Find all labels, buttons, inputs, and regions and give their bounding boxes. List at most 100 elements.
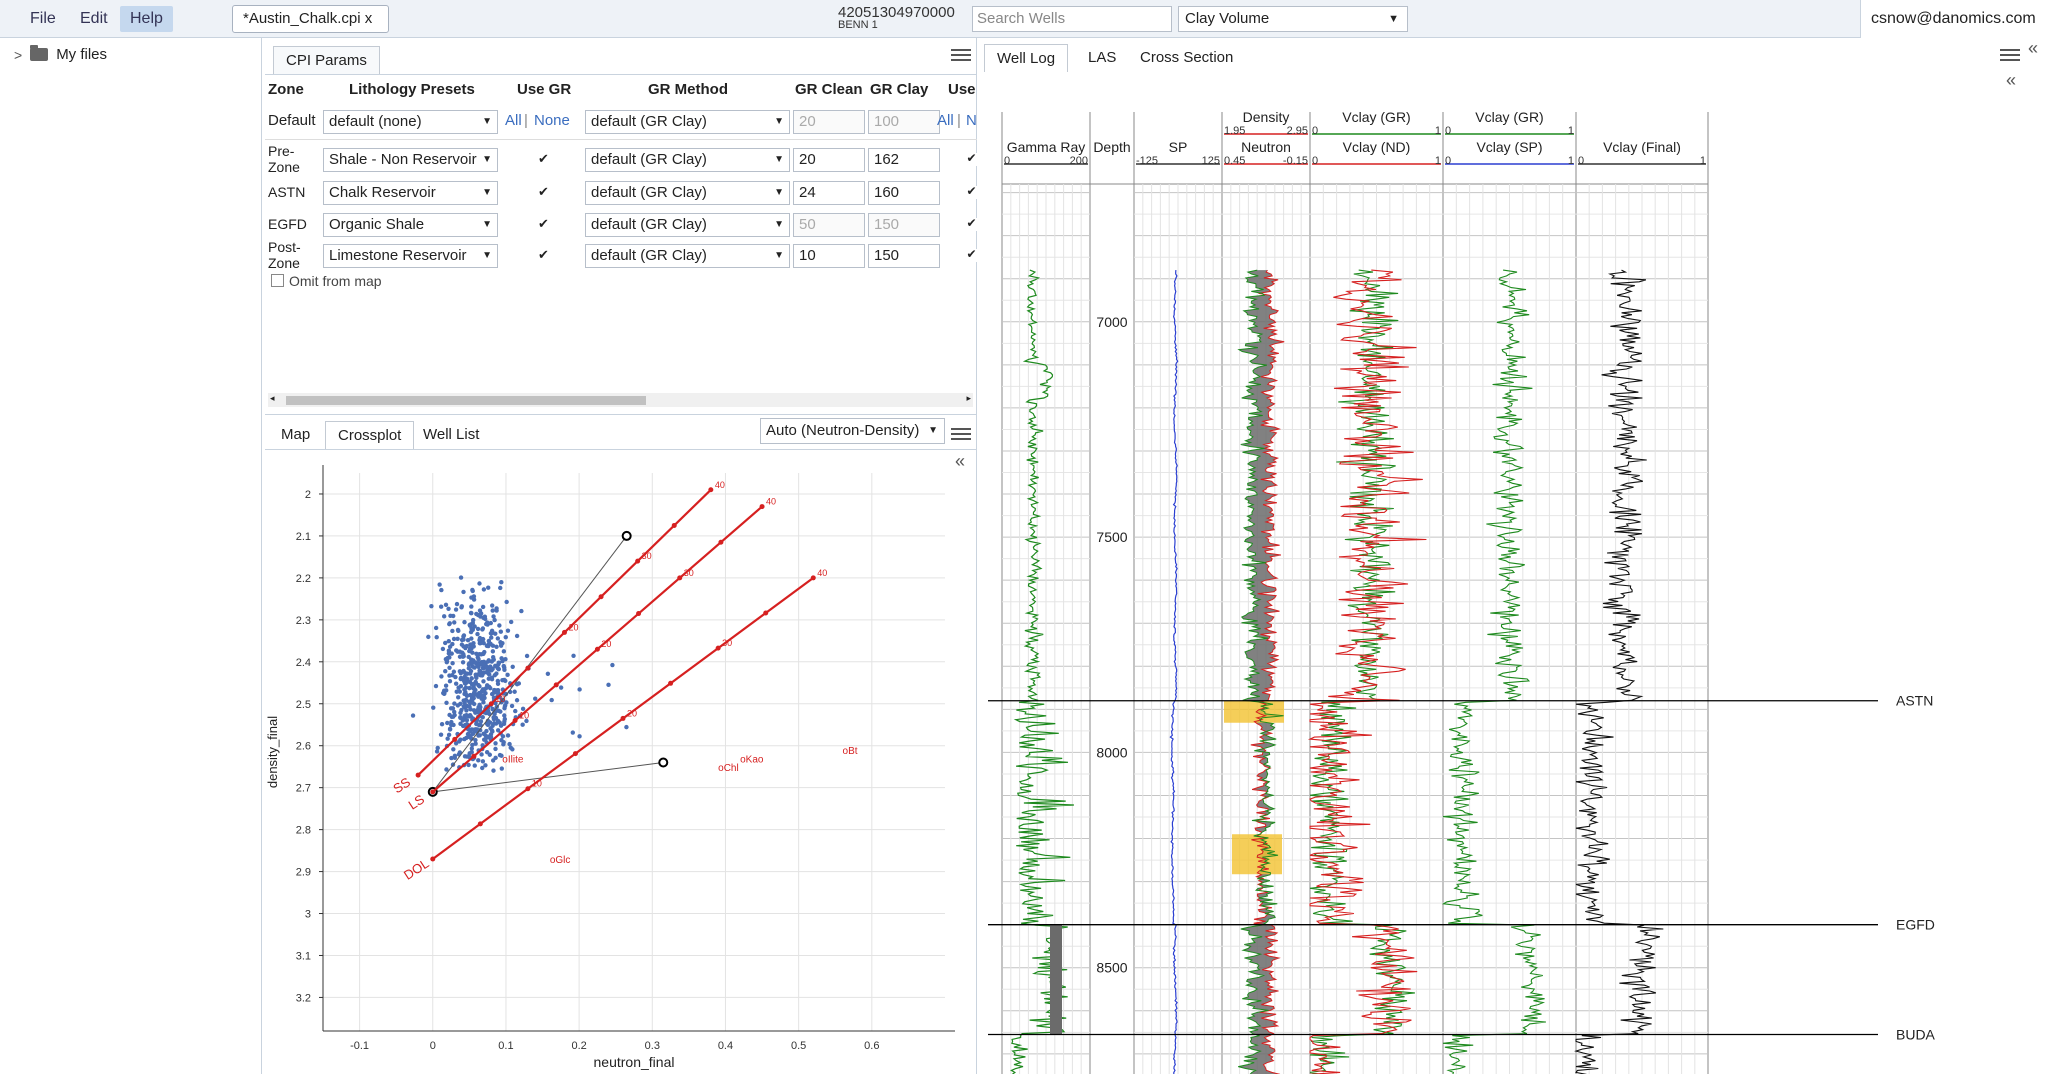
method-select-default[interactable]: default (GR Clay) ▼ <box>585 110 790 134</box>
data-point <box>481 587 487 592</box>
preset-select[interactable]: Chalk Reservoir ▼ <box>323 181 498 205</box>
use-checkbox[interactable]: ✔ <box>965 217 978 231</box>
data-point <box>461 654 466 659</box>
tab-well-log[interactable]: Well Log <box>984 44 1069 72</box>
file-tab[interactable]: *Austin_Chalk.cpi x <box>232 5 389 33</box>
y-tick-label: 2.5 <box>296 699 311 711</box>
none-link[interactable]: None <box>534 112 570 129</box>
tab-las[interactable]: LAS <box>1076 44 1128 72</box>
porosity-tick <box>677 575 683 581</box>
preset-select[interactable]: Limestone Reservoir ▼ <box>323 244 498 268</box>
gamma-fill <box>1050 924 1062 1035</box>
collapse-icon[interactable]: « <box>2028 38 2038 59</box>
sp-min: -125 <box>1136 155 1158 167</box>
use-gr-checkbox[interactable]: ✔ <box>537 152 550 166</box>
view-select[interactable]: Clay Volume ▼ <box>1178 6 1408 32</box>
data-point <box>480 604 486 610</box>
data-point <box>471 692 476 697</box>
gr-clean-input[interactable]: 10 <box>793 244 865 268</box>
all-link[interactable]: All <box>505 112 522 129</box>
gr-clean-input[interactable]: 50 <box>793 213 865 237</box>
x-axis-label: neutron_final <box>594 1054 675 1070</box>
x-tick-label: 0 <box>430 1040 436 1052</box>
use-gr-checkbox[interactable]: ✔ <box>537 185 550 199</box>
tree-item-my-files[interactable]: > My files <box>14 45 107 63</box>
scroll-left-icon[interactable]: ◂ <box>270 393 275 404</box>
method-select[interactable]: default (GR Clay) ▼ <box>585 244 790 268</box>
header-use: Use <box>948 81 976 98</box>
y-tick-label: 2.6 <box>296 741 311 753</box>
data-point <box>476 694 481 699</box>
method-select[interactable]: default (GR Clay) ▼ <box>585 181 790 205</box>
use-checkbox[interactable]: ✔ <box>965 152 978 166</box>
data-point <box>433 625 439 631</box>
chevron-right-icon[interactable]: > <box>14 47 22 63</box>
menu-icon[interactable] <box>951 425 971 441</box>
tab-cross-section[interactable]: Cross Section <box>1128 44 1245 72</box>
well-log-panel: Well Log LAS Cross Section « « Gamma Ray… <box>980 38 2048 1074</box>
use-gr-checkbox[interactable]: ✔ <box>537 217 550 231</box>
method-select[interactable]: default (GR Clay) ▼ <box>585 148 790 172</box>
data-point <box>508 619 514 625</box>
preset-select-default[interactable]: default (none) ▼ <box>323 110 498 134</box>
preset-select[interactable]: Organic Shale ▼ <box>323 213 498 237</box>
gr-clay-input[interactable]: 150 <box>868 213 940 237</box>
none-link-2[interactable]: N <box>966 112 977 129</box>
all-link-2[interactable]: All <box>937 112 954 129</box>
tab-well-list[interactable]: Well List <box>411 421 491 449</box>
data-point <box>501 663 506 669</box>
use-checkbox[interactable]: ✔ <box>965 248 978 262</box>
vclay-gr-curve <box>1309 269 1415 1074</box>
mineral-label: oGlc <box>550 855 571 866</box>
search-wells-input[interactable]: Search Wells <box>972 6 1172 32</box>
depth-tick-label: 7500 <box>1096 529 1127 545</box>
data-point <box>478 661 484 667</box>
gr-clay-input-value: 150 <box>874 216 900 233</box>
preset-select-value: Shale - Non Reservoir <box>329 151 477 168</box>
data-point <box>462 736 467 742</box>
data-point <box>495 636 501 641</box>
menu-file[interactable]: File <box>20 6 66 32</box>
gr-clay-input[interactable]: 160 <box>868 181 940 205</box>
gamma-ray-max: 200 <box>1070 155 1088 167</box>
scroll-right-icon[interactable]: ▸ <box>966 393 971 404</box>
data-point <box>476 682 481 688</box>
method-select[interactable]: default (GR Clay) ▼ <box>585 213 790 237</box>
vclay-final-min: 0 <box>1578 155 1584 167</box>
preset-select[interactable]: Shale - Non Reservoir ▼ <box>323 148 498 172</box>
menu-edit[interactable]: Edit <box>70 6 118 32</box>
porosity-label: 20 <box>601 639 611 649</box>
header-gr-clean: GR Clean <box>795 81 863 98</box>
tab-cpi-params[interactable]: CPI Params <box>273 46 380 74</box>
gr-clay-input-default[interactable]: 100 <box>868 110 940 134</box>
tab-crossplot[interactable]: Crossplot <box>325 421 415 449</box>
gr-clean-input-default[interactable]: 20 <box>793 110 865 134</box>
tab-map[interactable]: Map <box>269 421 322 449</box>
gr-clay-input[interactable]: 150 <box>868 244 940 268</box>
data-point <box>486 585 491 590</box>
crossplot-mode-select[interactable]: Auto (Neutron-Density) ▼ <box>760 418 945 444</box>
menu-icon[interactable] <box>951 46 971 62</box>
gr-clay-input[interactable]: 162 <box>868 148 940 172</box>
use-checkbox[interactable]: ✔ <box>965 185 978 199</box>
vclay-gr-2-min: 0 <box>1445 125 1451 137</box>
porosity-tick <box>525 786 531 792</box>
y-tick-label: 2.9 <box>296 867 311 879</box>
omit-from-map-checkbox[interactable] <box>271 274 284 287</box>
menu-help[interactable]: Help <box>120 6 173 32</box>
horizontal-scrollbar[interactable]: ◂ ▸ <box>268 393 973 407</box>
data-point <box>443 602 449 607</box>
chevron-down-icon: ▼ <box>928 425 938 436</box>
use-gr-checkbox[interactable]: ✔ <box>537 248 550 262</box>
gr-clean-input[interactable]: 24 <box>793 181 865 205</box>
formation-top-label: EGFD <box>1896 917 1935 933</box>
gr-clean-input[interactable]: 20 <box>793 148 865 172</box>
data-point <box>441 690 446 696</box>
method-value: default (GR Clay) <box>591 113 707 130</box>
data-point <box>500 678 505 683</box>
depth-tick-label: 8500 <box>1096 960 1127 976</box>
data-point <box>496 660 502 666</box>
user-account[interactable]: csnow@danomics.com <box>1860 0 2048 38</box>
porosity-tick <box>553 682 559 688</box>
menu-icon[interactable] <box>2000 46 2020 62</box>
